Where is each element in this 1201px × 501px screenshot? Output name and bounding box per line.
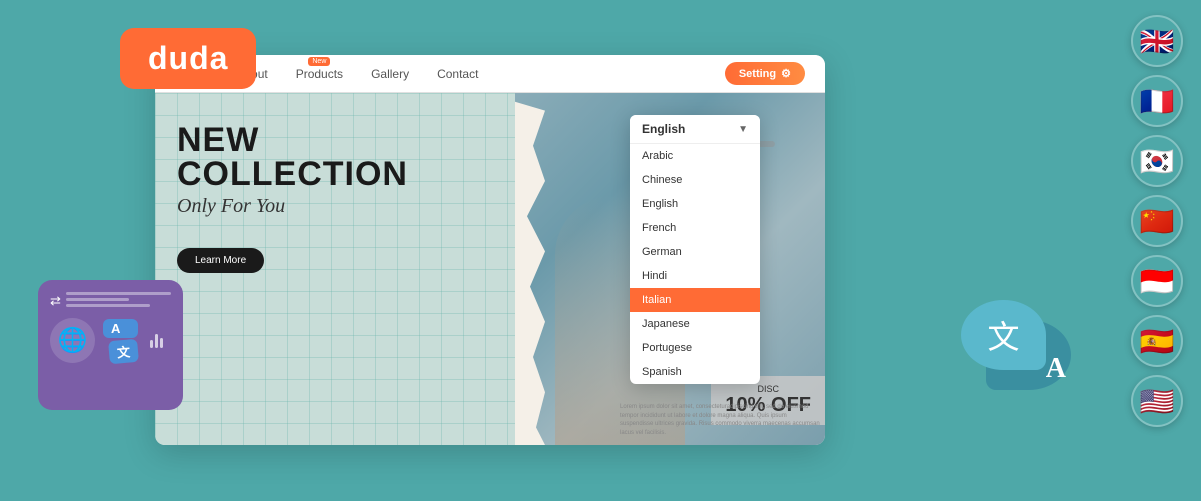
spain-flag: 🇪🇸 — [1131, 315, 1183, 367]
sound-bar-2 — [155, 334, 158, 348]
dropdown-item-japanese[interactable]: Japanese — [630, 312, 760, 336]
dropdown-item-hindi[interactable]: Hindi — [630, 264, 760, 288]
dropdown-item-chinese[interactable]: Chinese — [630, 168, 760, 192]
widget-line-3 — [66, 304, 150, 307]
gear-icon: ⚙ — [781, 67, 791, 80]
sound-bar-3 — [160, 338, 163, 348]
learn-more-button[interactable]: Learn More — [177, 248, 264, 273]
dropdown-item-spanish[interactable]: Spanish — [630, 360, 760, 384]
lorem-text: Lorem ipsum dolor sit amet, consectetura… — [620, 403, 820, 437]
duda-logo: duda — [120, 28, 256, 89]
nav-gallery[interactable]: Gallery — [371, 67, 409, 81]
sound-bars — [150, 334, 163, 348]
translate-bubble: 文 A — [961, 300, 1071, 390]
usa-flag: 🇺🇸 — [1131, 375, 1183, 427]
products-new-badge: New — [308, 57, 330, 66]
china-flag: 🇨🇳 — [1131, 195, 1183, 247]
korea-flag: 🇰🇷 — [1131, 135, 1183, 187]
widget-lines — [66, 292, 171, 310]
widget-line-2 — [66, 298, 129, 301]
hero-subtitle: Only For You — [177, 195, 408, 218]
widget-icons-row: 🌐 A 文 — [50, 318, 171, 363]
translate-zh-icon: 文 — [987, 312, 1019, 358]
dropdown-item-portugese[interactable]: Portugese — [630, 336, 760, 360]
nav-products[interactable]: New Products — [296, 67, 343, 81]
indonesia-flag: 🇮🇩 — [1131, 255, 1183, 307]
translate-badges: A 文 — [103, 319, 138, 363]
nav-contact[interactable]: Contact — [437, 67, 478, 81]
globe-icon: 🌐 — [50, 318, 95, 363]
dropdown-item-german[interactable]: German — [630, 240, 760, 264]
widget-line-1 — [66, 292, 171, 295]
right-translate-icon: 文 A — [961, 300, 1071, 390]
dropdown-item-arabic[interactable]: Arabic — [630, 144, 760, 168]
setting-button[interactable]: Setting ⚙ — [725, 62, 805, 85]
flags-column: 🇬🇧 🇫🇷 🇰🇷 🇨🇳 🇮🇩 🇪🇸 🇺🇸 — [1131, 15, 1183, 427]
dropdown-item-italian[interactable]: Italian — [630, 288, 760, 312]
uk-flag: 🇬🇧 — [1131, 15, 1183, 67]
bubble-front: 文 — [961, 300, 1046, 370]
dropdown-item-english[interactable]: English — [630, 192, 760, 216]
widget-arrow-icon: ⇄ — [50, 293, 61, 309]
language-dropdown[interactable]: English ▼ Arabic Chinese English French … — [630, 115, 760, 384]
hero-text-block: NEW COLLECTION Only For You Learn More — [177, 123, 408, 273]
badge-a: A — [103, 319, 138, 338]
dropdown-header[interactable]: English ▼ — [630, 115, 760, 144]
sound-bar-1 — [150, 340, 153, 348]
dropdown-arrow-icon: ▼ — [738, 124, 748, 135]
dropdown-selected-language: English — [642, 122, 685, 136]
france-flag: 🇫🇷 — [1131, 75, 1183, 127]
translate-a-icon: A — [1046, 353, 1066, 385]
widget-top-bar: ⇄ — [50, 292, 171, 310]
dropdown-item-french[interactable]: French — [630, 216, 760, 240]
duda-logo-text: duda — [148, 40, 228, 76]
left-widget: ⇄ 🌐 A 文 — [38, 280, 183, 410]
badge-zh: 文 — [108, 338, 139, 363]
hero-title: NEW COLLECTION — [177, 123, 408, 191]
discount-label: DISC — [725, 384, 811, 394]
